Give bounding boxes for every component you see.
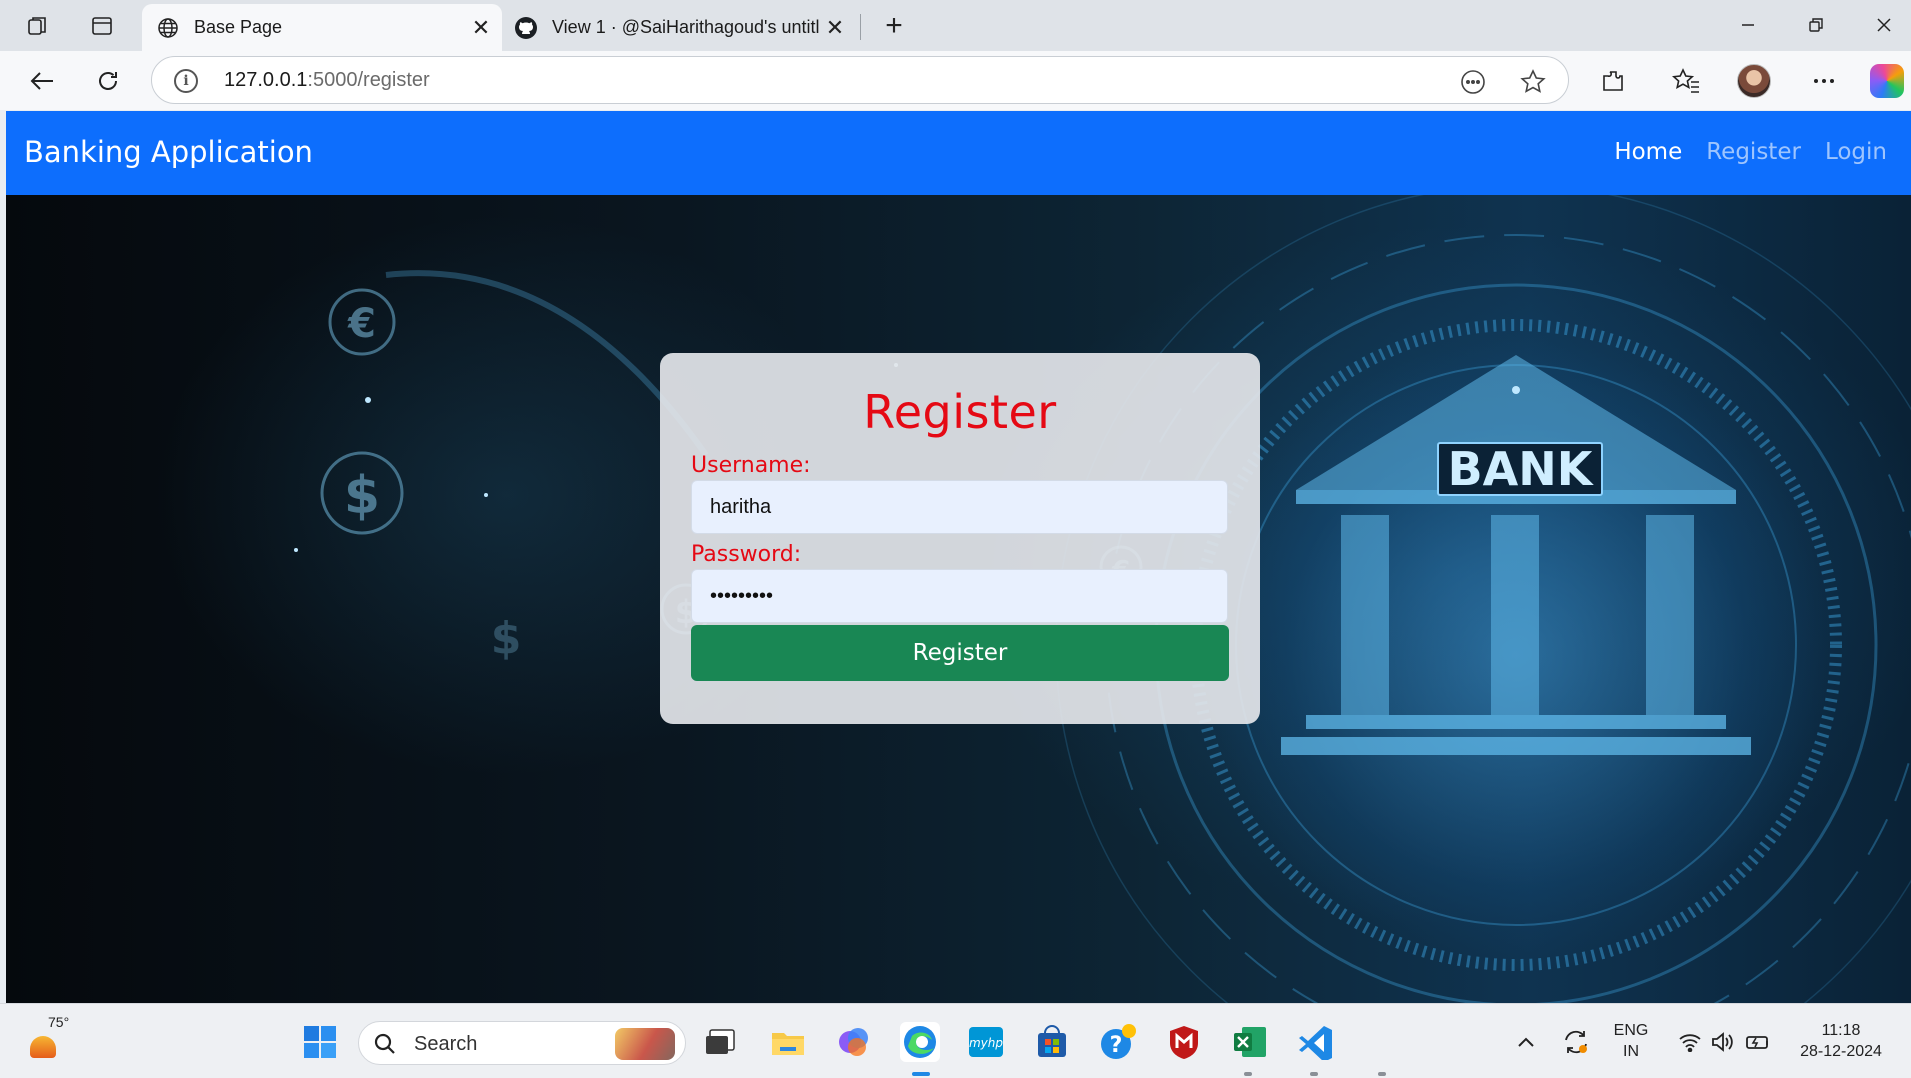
close-tab-icon[interactable]: ✕ [466, 13, 496, 43]
nav-link-register[interactable]: Register [1706, 139, 1801, 165]
password-input[interactable]: ••••••••• [691, 569, 1228, 623]
copilot-app-icon[interactable] [834, 1022, 874, 1062]
navbar-links: Home Register Login [1614, 139, 1887, 165]
clock[interactable]: 11:18 28-12-2024 [1786, 1020, 1896, 1062]
username-input[interactable]: haritha [691, 480, 1228, 534]
running-indicator [1244, 1072, 1252, 1076]
taskbar-search[interactable]: Search [358, 1021, 686, 1065]
search-icon [374, 1033, 395, 1054]
close-tab-icon[interactable]: ✕ [820, 13, 850, 43]
more-menu-icon[interactable] [1806, 63, 1842, 99]
github-icon [514, 16, 538, 40]
svg-text:$: $ [491, 613, 522, 664]
tab-github-view[interactable]: View 1 · @SaiHarithagoud's untitl ✕ [506, 4, 856, 51]
excel-icon[interactable] [1230, 1022, 1270, 1062]
register-title: Register [863, 385, 1057, 439]
sync-icon[interactable] [1556, 1022, 1596, 1062]
globe-icon [156, 16, 180, 40]
minimize-button[interactable] [1720, 4, 1776, 46]
tab-base-page[interactable]: Base Page ✕ [142, 4, 502, 51]
site-info-icon[interactable]: i [174, 69, 198, 93]
tab-title: Base Page [194, 17, 283, 37]
language-indicator[interactable]: ENG IN [1610, 1020, 1652, 1062]
edge-browser-icon[interactable] [900, 1022, 940, 1062]
new-tab-button[interactable]: + [876, 8, 912, 44]
tab-title: View 1 · @SaiHarithagoud's untitl [552, 17, 820, 37]
site-navbar: Banking Application Home Register Login [6, 111, 1911, 195]
start-button[interactable] [300, 1022, 340, 1062]
address-bar[interactable]: i 127.0.0.1:5000/register [151, 56, 1569, 104]
profile-avatar[interactable] [1737, 64, 1771, 98]
search-highlight-icon [615, 1028, 675, 1060]
workspaces-icon[interactable] [22, 10, 54, 42]
svg-text:myhp: myhp [969, 1036, 1003, 1050]
tab-actions-icon[interactable] [86, 10, 118, 42]
weather-temperature: 75° [48, 1014, 70, 1030]
restore-button[interactable] [1788, 4, 1844, 46]
browser-toolbar: i 127.0.0.1:5000/register [0, 51, 1911, 110]
svg-text:?: ? [1110, 1033, 1123, 1058]
active-app-indicator [912, 1072, 930, 1076]
nav-link-login[interactable]: Login [1825, 139, 1887, 165]
nav-link-home[interactable]: Home [1614, 139, 1682, 165]
url-path: :5000/register [307, 69, 430, 91]
myhp-icon[interactable]: myhp [966, 1022, 1006, 1062]
page-viewport: Banking Application Home Register Login [6, 111, 1911, 1003]
get-help-icon[interactable]: ? [1098, 1022, 1138, 1062]
show-hidden-icons-chevron-icon[interactable] [1506, 1022, 1546, 1062]
weather-icon [30, 1036, 56, 1058]
refresh-button[interactable] [88, 61, 128, 101]
back-button[interactable] [22, 61, 62, 101]
search-placeholder: Search [414, 1033, 478, 1055]
password-label: Password: [691, 542, 802, 567]
url-text[interactable]: 127.0.0.1:5000/register [224, 69, 430, 92]
task-view-icon[interactable] [700, 1022, 740, 1062]
username-label: Username: [691, 453, 811, 478]
running-indicator [1310, 1072, 1318, 1076]
close-window-button[interactable] [1856, 4, 1911, 46]
weather-widget[interactable]: 75° [26, 1014, 69, 1062]
extensions-icon[interactable] [1595, 63, 1631, 99]
battery-icon[interactable] [1738, 1022, 1778, 1062]
hero-background: BANK € $ $ € $ [6, 195, 1911, 1003]
navbar-brand[interactable]: Banking Application [24, 135, 313, 169]
browser-tab-strip: Base Page ✕ View 1 · @SaiHarithagoud's u… [0, 0, 1911, 51]
volume-icon[interactable] [1702, 1022, 1742, 1062]
register-button[interactable]: Register [691, 625, 1229, 681]
clock-date: 28-12-2024 [1800, 1043, 1882, 1060]
svg-text:€: € [347, 301, 376, 347]
tab-separator [860, 14, 861, 40]
clock-time: 11:18 [1821, 1022, 1861, 1039]
file-explorer-icon[interactable] [768, 1022, 808, 1062]
bank-sign: BANK [1448, 442, 1595, 496]
microsoft-store-icon[interactable] [1032, 1022, 1072, 1062]
copilot-icon[interactable] [1870, 64, 1904, 98]
favorite-star-icon[interactable] [1518, 67, 1548, 97]
read-aloud-icon[interactable] [1458, 67, 1488, 97]
url-host: 127.0.0.1 [224, 69, 308, 91]
favorites-icon[interactable] [1668, 63, 1704, 99]
windows-taskbar: 75° Search myhp ? ENG IN 11:18 28-12-202… [0, 1003, 1911, 1078]
register-card: Register Username: haritha Password: •••… [660, 353, 1260, 724]
language-code: ENG [1613, 1022, 1649, 1039]
region-code: IN [1623, 1043, 1639, 1060]
svg-text:$: $ [344, 466, 380, 526]
vscode-icon[interactable] [1296, 1022, 1336, 1062]
running-indicator [1378, 1072, 1386, 1076]
mcafee-icon[interactable] [1164, 1022, 1204, 1062]
